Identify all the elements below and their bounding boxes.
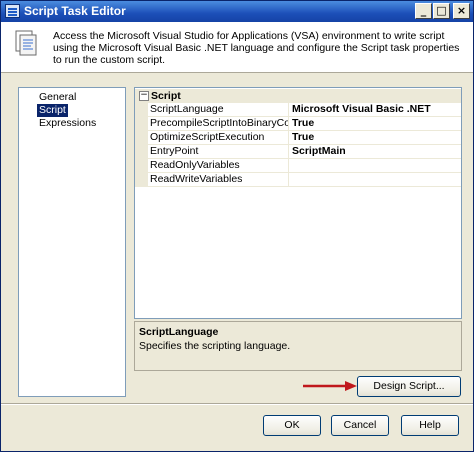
nav-item-script[interactable]: Script bbox=[37, 104, 68, 117]
row-gutter bbox=[135, 145, 148, 158]
property-row-readwritevariables[interactable]: ReadWriteVariables bbox=[135, 173, 461, 187]
separator bbox=[1, 403, 473, 405]
property-row-precompile[interactable]: PrecompileScriptIntoBinaryCode True bbox=[135, 117, 461, 131]
description-title: ScriptLanguage bbox=[139, 326, 219, 338]
header-description: Access the Microsoft Visual Studio for A… bbox=[53, 30, 460, 66]
category-label: Script bbox=[151, 90, 181, 102]
property-value[interactable]: Microsoft Visual Basic .NET bbox=[290, 103, 460, 116]
row-gutter bbox=[135, 173, 148, 186]
script-document-icon bbox=[15, 30, 37, 56]
ok-button[interactable]: OK bbox=[263, 415, 321, 436]
property-row-entrypoint[interactable]: EntryPoint ScriptMain bbox=[135, 145, 461, 159]
collapse-icon[interactable]: − bbox=[139, 91, 149, 101]
property-grid: − Script ScriptLanguage Microsoft Visual… bbox=[134, 87, 462, 319]
window-title: Script Task Editor bbox=[24, 4, 126, 18]
red-arrow-icon bbox=[303, 381, 357, 391]
maximize-button[interactable]: □ bbox=[433, 3, 450, 19]
property-value[interactable]: True bbox=[290, 117, 460, 130]
property-value[interactable] bbox=[290, 173, 460, 186]
property-name: ReadOnlyVariables bbox=[148, 159, 289, 172]
header-panel: Access the Microsoft Visual Studio for A… bbox=[1, 22, 473, 73]
property-value[interactable]: ScriptMain bbox=[290, 145, 460, 158]
row-gutter bbox=[135, 131, 148, 144]
minimize-button[interactable]: _ bbox=[415, 3, 432, 19]
property-description-panel: ScriptLanguage Specifies the scripting l… bbox=[134, 321, 462, 371]
property-row-readonlyvariables[interactable]: ReadOnlyVariables bbox=[135, 159, 461, 173]
property-row-optimize[interactable]: OptimizeScriptExecution True bbox=[135, 131, 461, 145]
design-script-button[interactable]: Design Script... bbox=[357, 376, 461, 397]
property-value[interactable]: True bbox=[290, 131, 460, 144]
property-name: EntryPoint bbox=[148, 145, 289, 158]
property-name: ReadWriteVariables bbox=[148, 173, 289, 186]
category-row-script[interactable]: − Script bbox=[135, 89, 461, 103]
row-gutter bbox=[135, 117, 148, 130]
script-task-editor-window: Script Task Editor _ □ × Access the Micr… bbox=[0, 0, 474, 452]
page-navigation-list: General Script Expressions bbox=[18, 87, 126, 397]
nav-item-general[interactable]: General bbox=[37, 91, 78, 104]
cancel-button[interactable]: Cancel bbox=[331, 415, 389, 436]
title-bar[interactable]: Script Task Editor _ □ × bbox=[1, 1, 473, 22]
property-row-scriptlanguage[interactable]: ScriptLanguage Microsoft Visual Basic .N… bbox=[135, 103, 461, 117]
window-icon bbox=[5, 4, 20, 18]
row-gutter bbox=[135, 159, 148, 172]
row-gutter bbox=[135, 103, 148, 116]
property-name: OptimizeScriptExecution bbox=[148, 131, 289, 144]
help-button[interactable]: Help bbox=[401, 415, 459, 436]
description-text: Specifies the scripting language. bbox=[139, 340, 291, 352]
property-value[interactable] bbox=[290, 159, 460, 172]
close-button[interactable]: × bbox=[453, 3, 470, 19]
property-name: PrecompileScriptIntoBinaryCode bbox=[150, 117, 289, 130]
property-name: ScriptLanguage bbox=[148, 103, 289, 116]
nav-item-expressions[interactable]: Expressions bbox=[37, 117, 98, 130]
